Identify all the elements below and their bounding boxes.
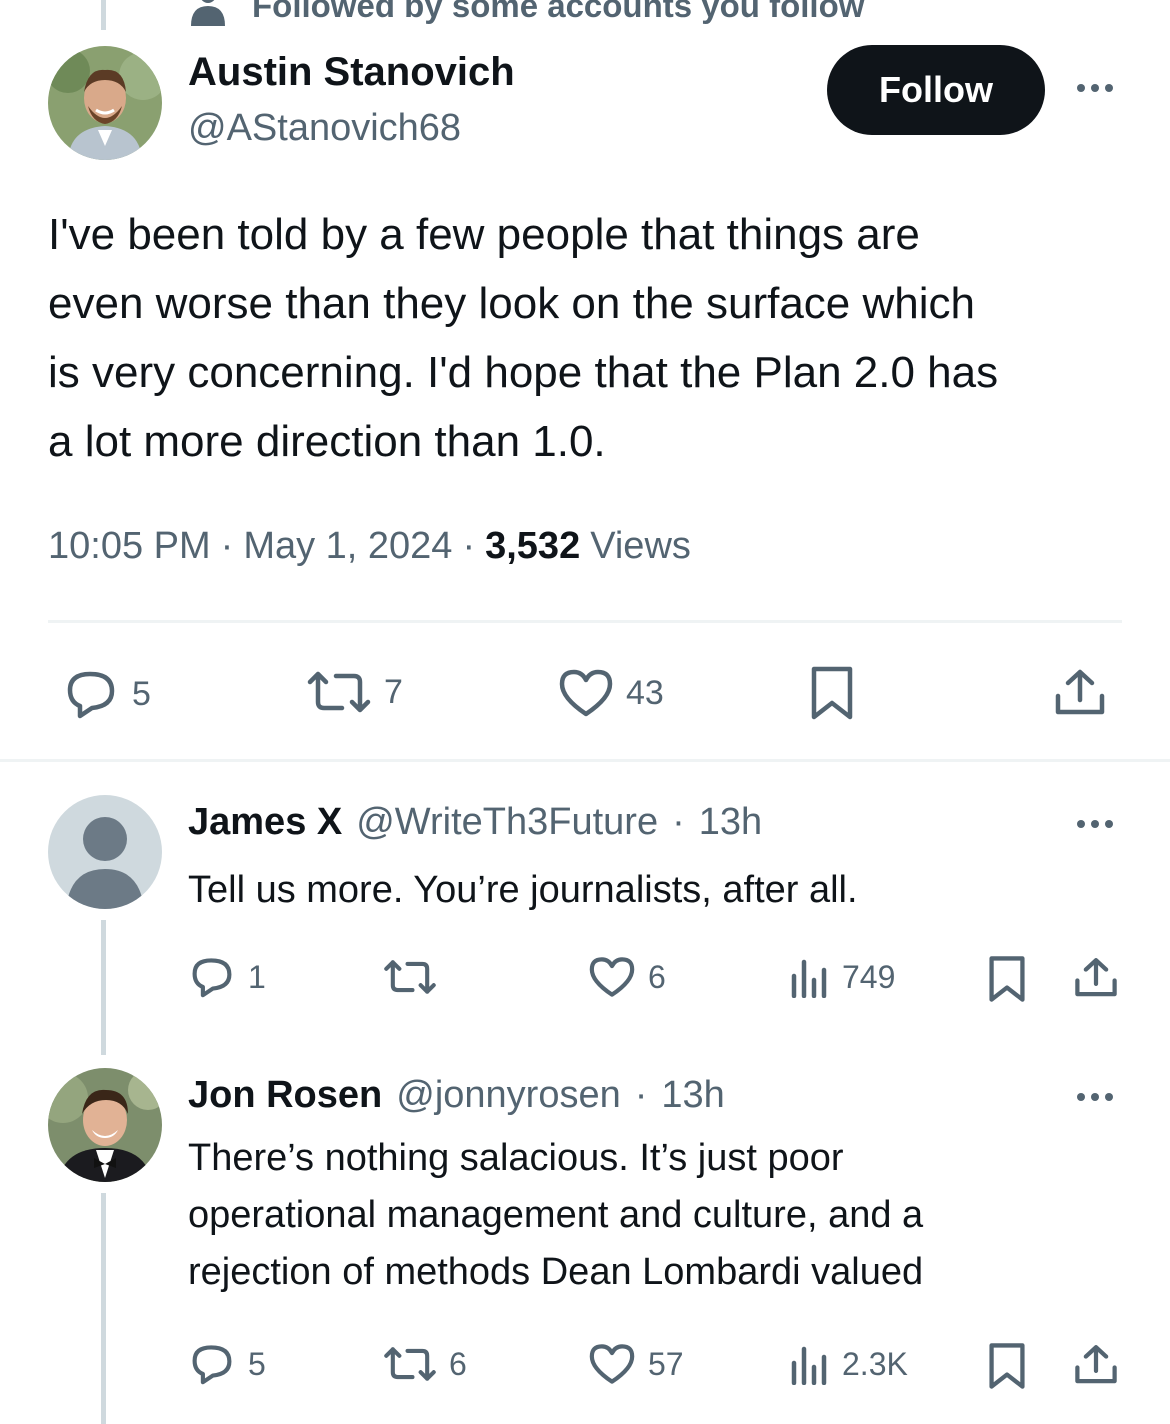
heart-icon [589,957,635,997]
avatar-james-x[interactable] [48,795,162,909]
more-options-icon[interactable] [1077,820,1113,828]
reply-author-name[interactable]: James X [188,801,342,844]
heart-icon [589,1344,635,1384]
bookmark-icon [811,666,853,720]
reply-text-line: There’s nothing salacious. It’s just poo… [188,1137,844,1179]
reply-text: Tell us more. You’re journalists, after … [188,862,858,919]
meta-separator: · [634,1074,648,1116]
reply-text-line: Tell us more. You’re journalists, after … [188,869,858,911]
author-name[interactable]: Austin Stanovich [188,50,515,95]
meta-separator: · [220,525,234,567]
more-options-icon[interactable] [1077,1093,1113,1101]
share-icon [1055,669,1105,715]
reply-button[interactable]: 1 [188,955,266,999]
bookmark-button[interactable] [988,955,1026,1008]
reply-button[interactable]: 5 [188,1342,266,1386]
tweet-date[interactable]: May 1, 2024 [243,525,452,568]
tweet-text-line: is very concerning. I'd hope that the Pl… [48,348,999,397]
like-count: 43 [626,673,664,712]
repost-count: 6 [449,1345,467,1382]
like-count: 57 [648,1345,684,1382]
bookmark-button[interactable] [988,1342,1026,1395]
person-icon [191,0,225,26]
like-button[interactable]: 57 [588,1343,684,1385]
reply-author-name[interactable]: Jon Rosen [188,1074,382,1117]
tweet-time[interactable]: 10:05 PM [48,525,211,568]
reply-time[interactable]: 13h [699,801,762,844]
share-button[interactable] [1074,1343,1118,1392]
thread-line [101,920,106,1055]
repost-button[interactable] [383,957,449,997]
repost-button[interactable]: 6 [383,1344,467,1384]
avatar-austin-stanovich[interactable] [48,46,162,160]
avatar-jon-rosen[interactable] [48,1068,162,1182]
bookmark-button[interactable] [810,665,854,726]
reply-text-line: rejection of methods Dean Lombardi value… [188,1251,924,1293]
reply-text-line: operational management and culture, and … [188,1194,924,1236]
social-context-label: Followed by some accounts you follow [252,0,865,24]
more-options-icon[interactable] [1077,84,1113,92]
tweet-meta: 10:05 PM · May 1, 2024 · 3,532 Views [48,525,691,568]
reply-count: 5 [132,674,151,713]
repost-icon [307,671,371,713]
like-count: 6 [648,958,666,995]
heart-icon [559,669,613,717]
thread-line-top [101,0,106,30]
share-button[interactable] [1054,668,1106,723]
repost-button[interactable]: 7 [306,668,403,716]
reply-header: James X @WriteTh3Future · 13h [188,801,762,844]
reply-icon [67,671,115,719]
meta-separator: · [672,801,685,843]
repost-count: 7 [384,672,403,711]
follow-button[interactable]: Follow [827,45,1045,135]
share-icon [1075,958,1117,997]
share-icon [1075,1345,1117,1384]
tweet-text-line: I've been told by a few people that thin… [48,210,920,259]
views-count: 3,532 [485,525,581,567]
reply-count: 5 [248,1345,266,1382]
views-button[interactable]: 749 [790,956,895,998]
reply-author-handle[interactable]: @WriteTh3Future [356,801,658,844]
views-chart-icon [791,1346,827,1385]
reply-header: Jon Rosen @jonnyrosen · 13h [188,1074,725,1117]
views-chart-icon [791,959,827,998]
bookmark-icon [989,1343,1025,1389]
reply-button[interactable]: 5 [62,668,151,720]
views-count: 749 [842,958,896,995]
tweet-text: I've been told by a few people that thin… [48,200,998,476]
share-button[interactable] [1074,956,1118,1005]
reply-icon [192,1345,232,1385]
views-label: Views [590,525,691,567]
social-context: Followed by some accounts you follow [188,0,864,26]
reply-icon [192,958,232,998]
reply-time[interactable]: 13h [661,1074,724,1117]
like-button[interactable]: 6 [588,956,666,998]
repost-icon [384,960,436,994]
divider [0,759,1170,762]
divider [48,620,1122,623]
like-button[interactable]: 43 [558,668,664,718]
repost-icon [384,1347,436,1381]
tweet-text-line: even worse than they look on the surface… [48,279,975,328]
bookmark-icon [989,956,1025,1002]
reply-text: There’s nothing salacious. It’s just poo… [188,1130,923,1301]
tweet-text-line: a lot more direction than 1.0. [48,417,606,466]
meta-separator: · [462,525,476,567]
views-button[interactable]: 2.3K [790,1343,908,1385]
author-handle[interactable]: @AStanovich68 [188,107,461,150]
reply-author-handle[interactable]: @jonnyrosen [396,1074,620,1117]
views-count: 2.3K [842,1345,908,1382]
thread-line [101,1193,106,1424]
reply-count: 1 [248,958,266,995]
